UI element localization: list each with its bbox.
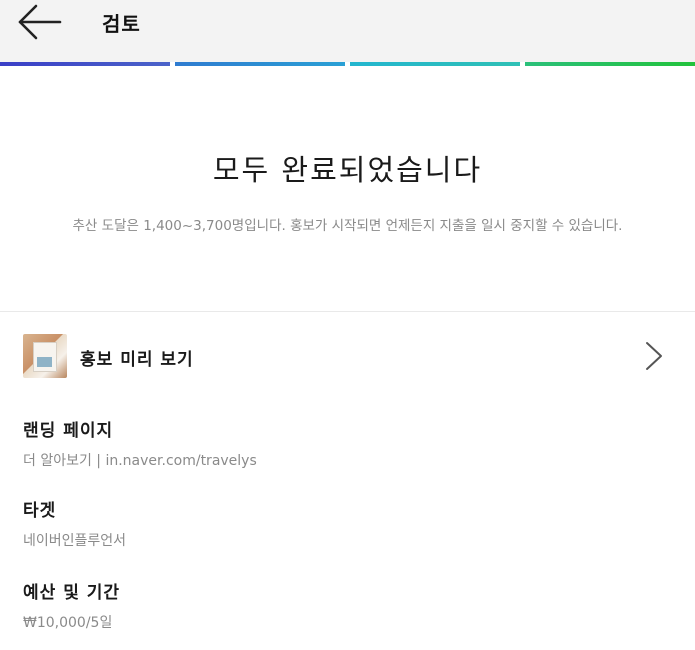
preview-thumbnail (23, 334, 67, 378)
progress-step-3 (350, 62, 520, 66)
target-label: 타겟 (23, 501, 57, 521)
back-button[interactable] (14, 2, 66, 42)
budget-section: 예산 및 기간 ₩10,000/5일 (23, 580, 673, 632)
progress-step-1 (0, 62, 170, 66)
section-divider (0, 311, 695, 312)
page-title: 검토 (102, 12, 141, 36)
budget-value: ₩10,000/5일 (23, 615, 113, 631)
progress-step-4 (525, 62, 695, 66)
preview-label: 홍보 미리 보기 (80, 350, 194, 370)
progress-step-2 (175, 62, 345, 66)
chevron-right-icon (646, 342, 662, 370)
budget-label: 예산 및 기간 (23, 583, 121, 603)
promotion-preview-row[interactable]: 홍보 미리 보기 (0, 330, 695, 386)
landing-page-value: 더 알아보기 | in.naver.com/travelys (23, 453, 257, 469)
step-progress-bar (0, 62, 695, 67)
arrow-left-icon (18, 4, 62, 40)
completion-description: 추산 도달은 1,400~3,700명입니다. 홍보가 시작되면 언제든지 지출… (72, 218, 623, 234)
top-bar: 검토 (0, 0, 695, 62)
landing-page-label: 랜딩 페이지 (23, 421, 114, 441)
target-section: 타겟 네이버인플루언서 (23, 498, 673, 550)
completion-title: 모두 완료되었습니다 (212, 153, 483, 187)
landing-page-section: 랜딩 페이지 더 알아보기 | in.naver.com/travelys (23, 418, 673, 470)
target-value: 네이버인플루언서 (23, 533, 127, 549)
